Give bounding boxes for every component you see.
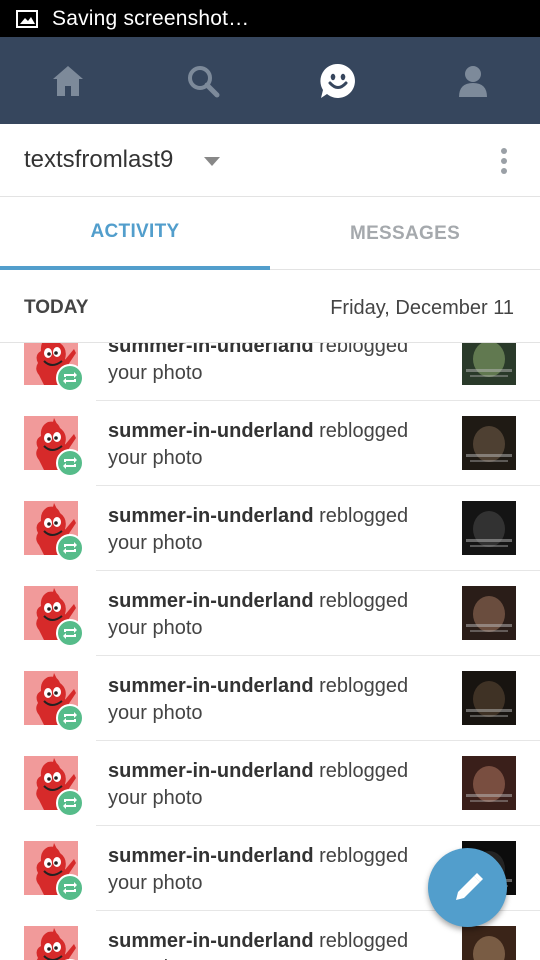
home-icon xyxy=(52,65,83,96)
activity-row[interactable]: summer-in-underland reblogged your photo xyxy=(0,401,540,486)
post-thumbnail[interactable] xyxy=(462,926,516,960)
post-thumbnail[interactable] xyxy=(462,756,516,810)
activity-user[interactable]: summer-in-underland xyxy=(108,505,314,527)
activity-action: reblogged xyxy=(319,343,409,357)
activity-row[interactable]: summer-in-underland reblogged your photo xyxy=(0,741,540,826)
activity-object: your photo xyxy=(108,447,203,469)
reblog-icon xyxy=(56,704,84,732)
activity-text: summer-in-underland reblogged your photo xyxy=(108,928,438,960)
day-label: TODAY xyxy=(24,297,89,318)
activity-text: summer-in-underland reblogged your photo xyxy=(108,758,438,812)
reblog-icon xyxy=(56,789,84,817)
nav-search[interactable] xyxy=(135,37,270,124)
pencil-icon xyxy=(455,872,483,900)
activity-action: reblogged xyxy=(319,505,409,527)
activity-text: summer-in-underland reblogged your photo xyxy=(108,843,438,897)
avatar[interactable] xyxy=(24,926,78,960)
compose-button[interactable] xyxy=(428,848,507,927)
smiley-chat-icon xyxy=(319,63,355,98)
blog-selector[interactable]: textsfromlast9 xyxy=(24,146,173,174)
image-icon xyxy=(16,9,38,28)
post-thumbnail[interactable] xyxy=(462,671,516,725)
tab-activity[interactable]: ACTIVITY xyxy=(0,197,270,270)
nav-account[interactable] xyxy=(405,37,540,124)
reblog-icon xyxy=(56,534,84,562)
activity-user[interactable]: summer-in-underland xyxy=(108,590,314,612)
activity-user[interactable]: summer-in-underland xyxy=(108,845,314,867)
top-nav xyxy=(0,37,540,124)
search-icon xyxy=(187,65,219,97)
activity-text: summer-in-underland reblogged your photo xyxy=(108,588,438,642)
more-options-icon[interactable] xyxy=(494,146,514,176)
activity-object: your photo xyxy=(108,617,203,639)
post-thumbnail[interactable] xyxy=(462,501,516,555)
activity-text: summer-in-underland reblogged your photo xyxy=(108,343,438,387)
status-text: Saving screenshot… xyxy=(52,6,250,30)
post-thumbnail[interactable] xyxy=(462,343,516,385)
activity-user[interactable]: summer-in-underland xyxy=(108,343,314,357)
activity-user[interactable]: summer-in-underland xyxy=(108,675,314,697)
activity-object: your photo xyxy=(108,872,203,894)
activity-row[interactable]: summer-in-underland reblogged your photo xyxy=(0,486,540,571)
activity-row[interactable]: summer-in-underland reblogged your photo xyxy=(0,343,540,401)
nav-home[interactable] xyxy=(0,37,135,124)
day-date: Friday, December 11 xyxy=(330,297,514,319)
activity-action: reblogged xyxy=(319,845,409,867)
activity-action: reblogged xyxy=(319,420,409,442)
activity-action: reblogged xyxy=(319,930,409,952)
post-thumbnail[interactable] xyxy=(462,416,516,470)
blog-bar: textsfromlast9 xyxy=(0,124,540,197)
reblog-icon xyxy=(56,364,84,392)
person-icon xyxy=(458,65,487,97)
activity-user[interactable]: summer-in-underland xyxy=(108,930,314,952)
chevron-down-icon[interactable] xyxy=(204,157,220,166)
activity-text: summer-in-underland reblogged your photo xyxy=(108,418,438,472)
day-header: TODAY Friday, December 11 xyxy=(0,271,540,343)
activity-action: reblogged xyxy=(319,590,409,612)
activity-text: summer-in-underland reblogged your photo xyxy=(108,503,438,557)
activity-action: reblogged xyxy=(319,675,409,697)
reblog-icon xyxy=(56,619,84,647)
reblog-icon xyxy=(56,874,84,902)
reblog-icon xyxy=(56,449,84,477)
post-thumbnail[interactable] xyxy=(462,586,516,640)
activity-object: your photo xyxy=(108,362,203,384)
tab-messages[interactable]: MESSAGES xyxy=(270,197,540,270)
activity-user[interactable]: summer-in-underland xyxy=(108,420,314,442)
activity-object: your photo xyxy=(108,532,203,554)
nav-activity[interactable] xyxy=(270,37,405,124)
activity-row[interactable]: summer-in-underland reblogged your photo xyxy=(0,656,540,741)
status-bar: Saving screenshot… xyxy=(0,0,540,37)
activity-action: reblogged xyxy=(319,760,409,782)
activity-row[interactable]: summer-in-underland reblogged your photo xyxy=(0,571,540,656)
activity-user[interactable]: summer-in-underland xyxy=(108,760,314,782)
activity-object: your photo xyxy=(108,787,203,809)
activity-object: your photo xyxy=(108,702,203,724)
tab-bar: ACTIVITY MESSAGES xyxy=(0,197,540,270)
activity-text: summer-in-underland reblogged your photo xyxy=(108,673,438,727)
